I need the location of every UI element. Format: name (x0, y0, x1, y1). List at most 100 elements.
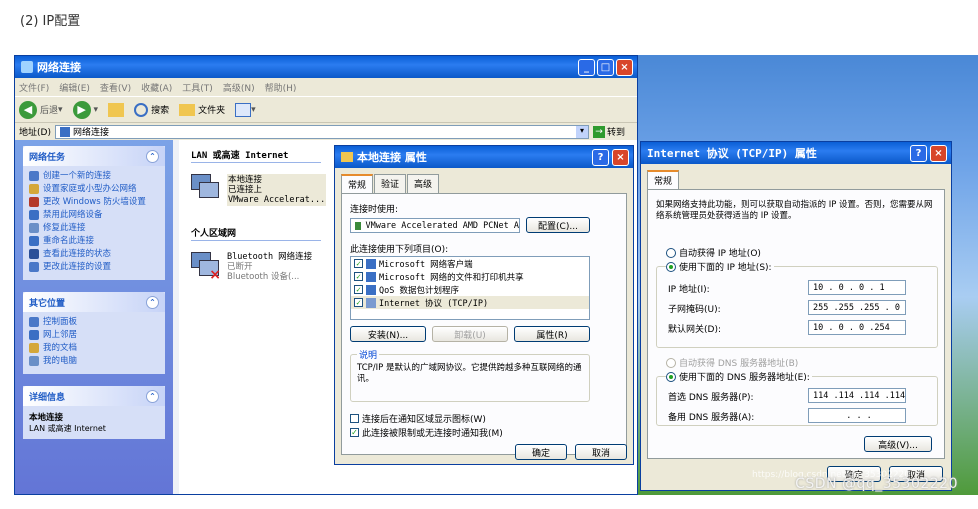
local-connection[interactable]: 本地连接 已连接上 VMware Accelerat... (191, 174, 327, 206)
tab-authentication[interactable]: 验证 (374, 174, 407, 193)
auto-ip-radio[interactable]: 自动获得 IP 地址(O) (666, 246, 761, 259)
tab-general[interactable]: 常规 (647, 170, 680, 189)
forward-button[interactable]: ▶ ▾ (72, 100, 98, 119)
task-link[interactable]: 修复此连接 (29, 223, 159, 233)
checkbox[interactable]: ✓ (350, 428, 359, 437)
properties-button[interactable]: 属性(R) (514, 326, 590, 342)
help-button[interactable]: ? (592, 149, 609, 166)
network-connection-icon (191, 174, 221, 202)
close-button[interactable]: × (616, 59, 633, 76)
ok-button[interactable]: 确定 (515, 444, 567, 460)
cancel-button[interactable]: 取消 (575, 444, 627, 460)
menu-file[interactable]: 文件(F) (19, 81, 49, 94)
tab-advanced[interactable]: 高级 (407, 174, 440, 193)
task-link[interactable]: 更改 Windows 防火墙设置 (29, 197, 159, 207)
list-item[interactable]: ✓ Microsoft 网络客户端 (351, 257, 589, 270)
back-button[interactable]: ◀ 后退 ▾ (19, 100, 63, 119)
tab-general[interactable]: 常规 (341, 174, 374, 193)
chevron-up-icon[interactable]: ⌃ (146, 149, 159, 163)
uninstall-button[interactable]: 卸载(U) (432, 326, 508, 342)
configure-button[interactable]: 配置(C)... (526, 217, 590, 233)
task-link[interactable]: 设置家庭或小型办公网络 (29, 184, 159, 194)
go-button[interactable]: → 转到 (593, 125, 637, 139)
help-button[interactable]: ? (910, 145, 927, 162)
use-dns-radio[interactable]: 使用下面的 DNS 服务器地址(E): (666, 370, 812, 383)
qos-icon (366, 284, 376, 295)
advanced-button[interactable]: 高级(V)... (864, 436, 932, 452)
subnet-mask-input[interactable]: 255 .255 .255 . 0 (808, 300, 906, 315)
menu-favorites[interactable]: 收藏(A) (141, 81, 172, 94)
radio-button[interactable] (666, 357, 676, 368)
show-icon-option[interactable]: 连接后在通知区域显示图标(W) (350, 412, 486, 425)
place-link[interactable]: 我的文档 (29, 343, 159, 353)
alternate-dns-input[interactable]: . . . (808, 408, 906, 423)
folder-icon (179, 103, 196, 116)
minimize-button[interactable]: _ (578, 59, 595, 76)
menu-edit[interactable]: 编辑(E) (59, 81, 90, 94)
radio-button[interactable] (666, 247, 676, 258)
bluetooth-icon: × (191, 252, 221, 282)
checkbox[interactable]: ✓ (354, 259, 363, 268)
documents-icon (29, 343, 39, 353)
use-ip-radio[interactable]: 使用下面的 IP 地址(S): (666, 260, 774, 273)
watermark: CSDN @qq_35302220 (795, 476, 958, 492)
place-link[interactable]: 我的电脑 (29, 356, 159, 366)
panel-header[interactable]: 详细信息 ⌃ (23, 386, 165, 406)
search-button[interactable]: 搜索 (134, 102, 169, 117)
list-item-selected[interactable]: ✓ Internet 协议 (TCP/IP) (351, 296, 589, 309)
panel-header[interactable]: 其它位置 ⌃ (23, 292, 165, 312)
maximize-button[interactable]: □ (597, 59, 614, 76)
place-link[interactable]: 网上邻居 (29, 330, 159, 340)
task-link[interactable]: 创建一个新的连接 (29, 171, 159, 181)
menu-help[interactable]: 帮助(H) (265, 81, 297, 94)
task-link[interactable]: 重命名此连接 (29, 236, 159, 246)
address-input[interactable]: 网络连接 ▾ (54, 124, 589, 139)
views-button[interactable]: ▾ (235, 102, 256, 117)
place-link[interactable]: 控制面板 (29, 317, 159, 327)
preferred-dns-input[interactable]: 114 .114 .114 .114 (808, 388, 906, 403)
tab-panel: 如果网络支持此功能，则可以获取自动指派的 IP 设置。否则，您需要从网络系统管理… (647, 189, 945, 459)
task-link[interactable]: 更改此连接的设置 (29, 262, 159, 272)
bluetooth-connection[interactable]: × Bluetooth 网络连接 已断开 Bluetooth 设备(... (191, 252, 312, 282)
description-title: 说明 (357, 348, 380, 361)
tab-panel: 连接时使用: VMware Accelerated AMD PCNet A 配置… (341, 193, 627, 455)
close-button[interactable]: × (930, 145, 947, 162)
window-titlebar[interactable]: 网络连接 _ □ × (15, 56, 637, 78)
ip-address-input[interactable]: 10 . 0 . 0 . 1 (808, 280, 906, 295)
radio-button[interactable] (666, 371, 676, 382)
up-button[interactable] (108, 102, 125, 117)
dialog-titlebar[interactable]: 本地连接 属性 ? × (335, 146, 633, 168)
radio-button[interactable] (666, 261, 676, 272)
task-link[interactable]: 禁用此网络设备 (29, 210, 159, 220)
status-icon (29, 249, 39, 259)
menu-view[interactable]: 查看(V) (100, 81, 131, 94)
dialog-titlebar[interactable]: Internet 协议 (TCP/IP) 属性 ? × (641, 142, 951, 164)
control-panel-icon (29, 317, 39, 327)
install-button[interactable]: 安装(N)... (350, 326, 426, 342)
menu-advanced[interactable]: 高级(N) (223, 81, 255, 94)
list-item[interactable]: ✓ Microsoft 网络的文件和打印机共享 (351, 270, 589, 283)
checkbox[interactable]: ✓ (354, 298, 363, 307)
chevron-down-icon[interactable]: ▾ (576, 125, 588, 138)
window-title: 网络连接 (37, 61, 81, 74)
auto-dns-radio[interactable]: 自动获得 DNS 服务器地址(B) (666, 356, 798, 369)
gateway-input[interactable]: 10 . 0 . 0 .254 (808, 320, 906, 335)
list-item[interactable]: ✓ QoS 数据包计划程序 (351, 283, 589, 296)
network-icon (341, 152, 353, 162)
menu-tools[interactable]: 工具(T) (182, 81, 213, 94)
panel-header[interactable]: 网络任务 ⌃ (23, 146, 165, 166)
forward-arrow-icon: ▶ (72, 100, 91, 119)
checkbox[interactable]: ✓ (354, 285, 363, 294)
checkbox[interactable]: ✓ (354, 272, 363, 281)
scrollbar[interactable] (173, 140, 179, 494)
checkbox[interactable] (350, 414, 359, 423)
folders-button[interactable]: 文件夹 (179, 103, 225, 116)
task-link[interactable]: 查看此连接的状态 (29, 249, 159, 259)
chevron-up-icon[interactable]: ⌃ (146, 295, 159, 309)
items-label: 此连接使用下列项目(O): (350, 245, 449, 255)
chevron-up-icon[interactable]: ⌃ (146, 389, 159, 403)
close-button[interactable]: × (612, 149, 629, 166)
notify-option[interactable]: ✓ 此连接被限制或无连接时通知我(M) (350, 426, 503, 439)
detail-subtitle: LAN 或高速 Internet (29, 424, 106, 433)
repair-icon (29, 223, 39, 233)
